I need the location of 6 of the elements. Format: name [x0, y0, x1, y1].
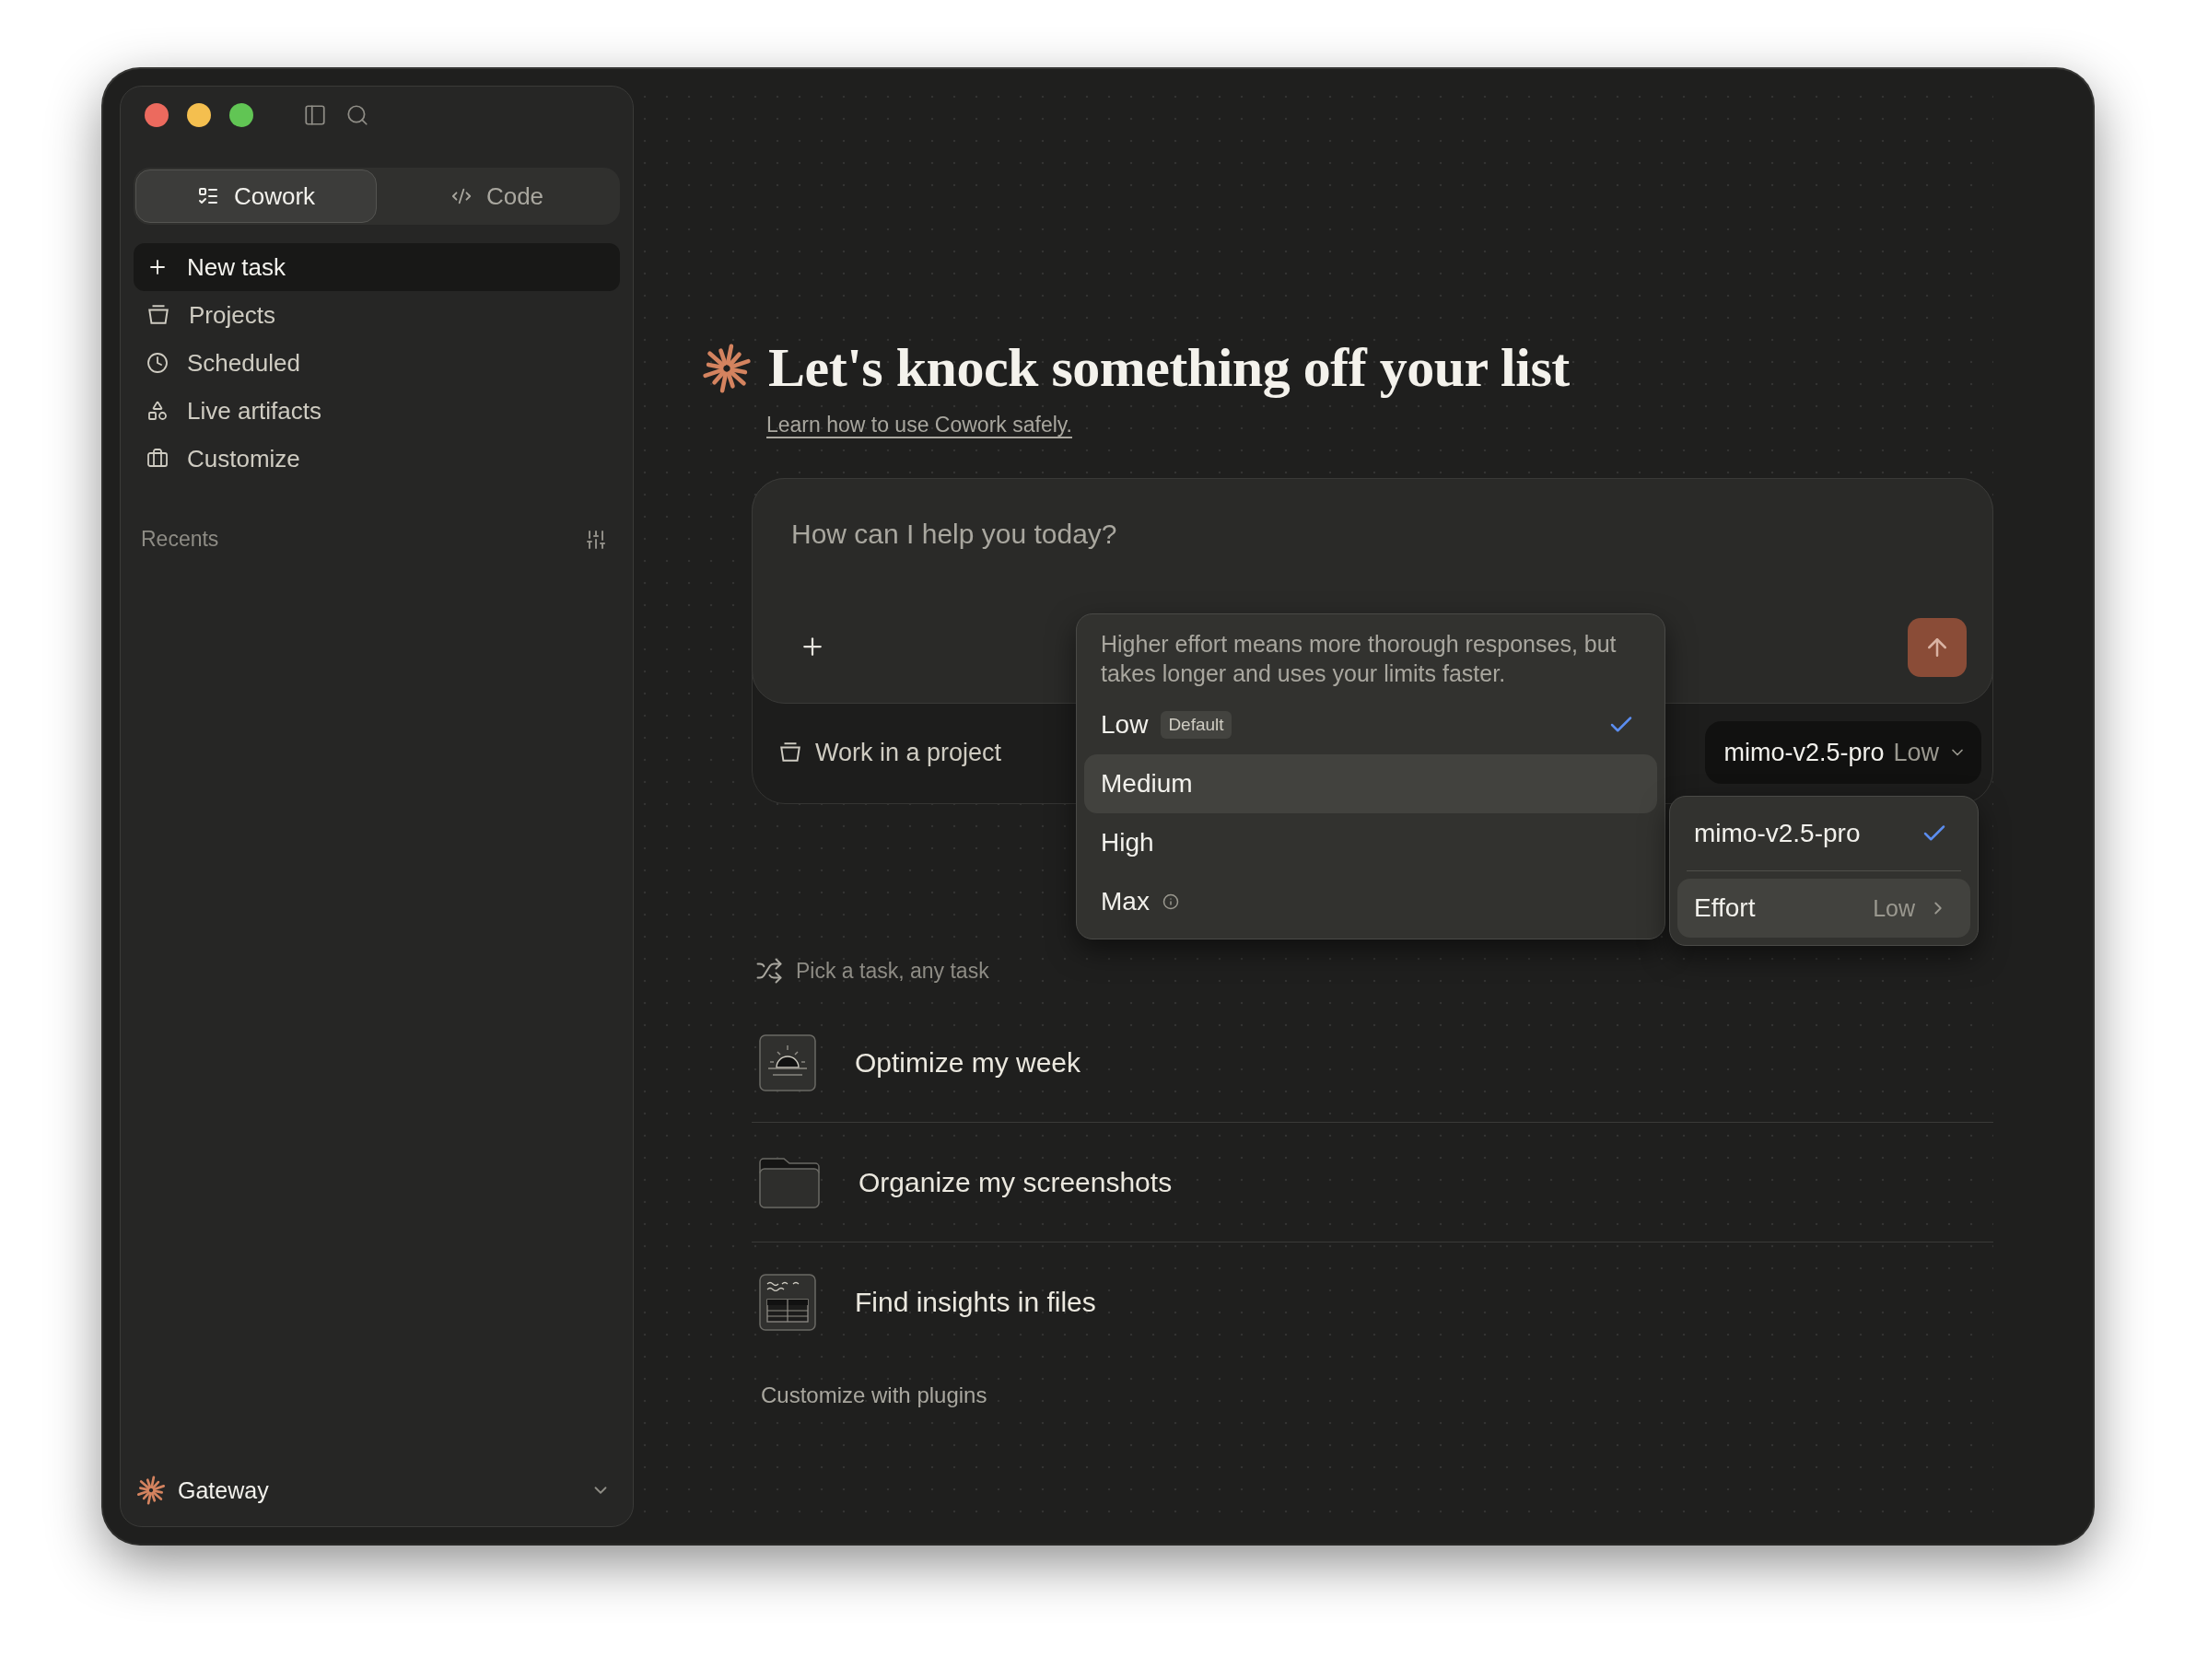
default-tag: Default — [1161, 711, 1232, 739]
effort-value: Low — [1873, 894, 1915, 922]
suggestions-heading: Pick a task, any task — [796, 958, 989, 984]
effort-description: Higher effort means more thorough responses, but takes longer and uses your limits faster. — [1100, 630, 1618, 688]
recents-heading: Recents — [141, 527, 219, 552]
page-heading: Let's knock something off your list — [768, 336, 1570, 400]
